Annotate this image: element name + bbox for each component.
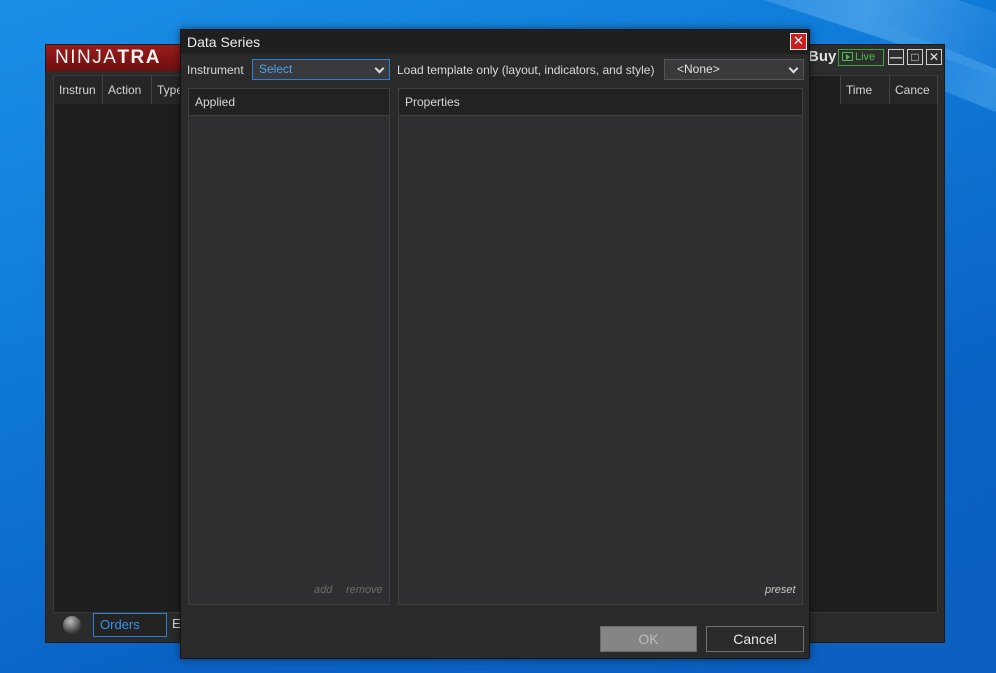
dialog-title: Data Series (181, 30, 809, 54)
instrument-select[interactable]: Select (252, 59, 390, 80)
template-label: Load template only (layout, indicators, … (397, 63, 655, 77)
close-icon[interactable]: ✕ (790, 33, 807, 50)
data-series-dialog: Data Series ✕ Instrument Select Load tem… (180, 29, 810, 659)
properties-panel: Properties preset (398, 88, 803, 605)
logo-text: NINJA (55, 47, 118, 68)
tab-orders[interactable]: Orders (93, 613, 167, 637)
live-label: Live (855, 51, 876, 63)
template-select[interactable]: <None> (664, 59, 804, 80)
logo-text-bold: TRA (117, 47, 161, 68)
preset-link[interactable]: preset (765, 584, 796, 596)
play-icon (842, 52, 853, 61)
column-header-instrument[interactable]: Instrun (54, 76, 103, 104)
connection-status-icon[interactable] (63, 616, 81, 634)
column-header-time[interactable]: Time (840, 76, 890, 104)
instrument-select-value: Select (259, 62, 293, 76)
add-link[interactable]: add (314, 584, 332, 596)
cancel-button[interactable]: Cancel (706, 626, 804, 652)
maximize-button[interactable]: □ (907, 49, 923, 65)
applied-panel: Applied add remove (188, 88, 390, 605)
buy-label[interactable]: Buy (808, 48, 836, 65)
minimize-button[interactable]: — (888, 49, 904, 65)
chevron-down-icon (788, 63, 799, 74)
chevron-down-icon (374, 63, 385, 74)
template-select-value: <None> (677, 62, 720, 76)
instrument-label: Instrument (187, 63, 244, 77)
applied-header: Applied (189, 89, 389, 116)
close-window-button[interactable]: ✕ (926, 49, 942, 65)
live-badge[interactable]: Live (838, 49, 884, 66)
column-header-action[interactable]: Action (103, 76, 152, 104)
properties-header: Properties (399, 89, 802, 116)
remove-link[interactable]: remove (346, 584, 383, 596)
ok-button[interactable]: OK (600, 626, 697, 652)
column-header-cancel[interactable]: Cance (890, 76, 938, 104)
ninjatrader-logo: NINJATRA (46, 45, 186, 71)
